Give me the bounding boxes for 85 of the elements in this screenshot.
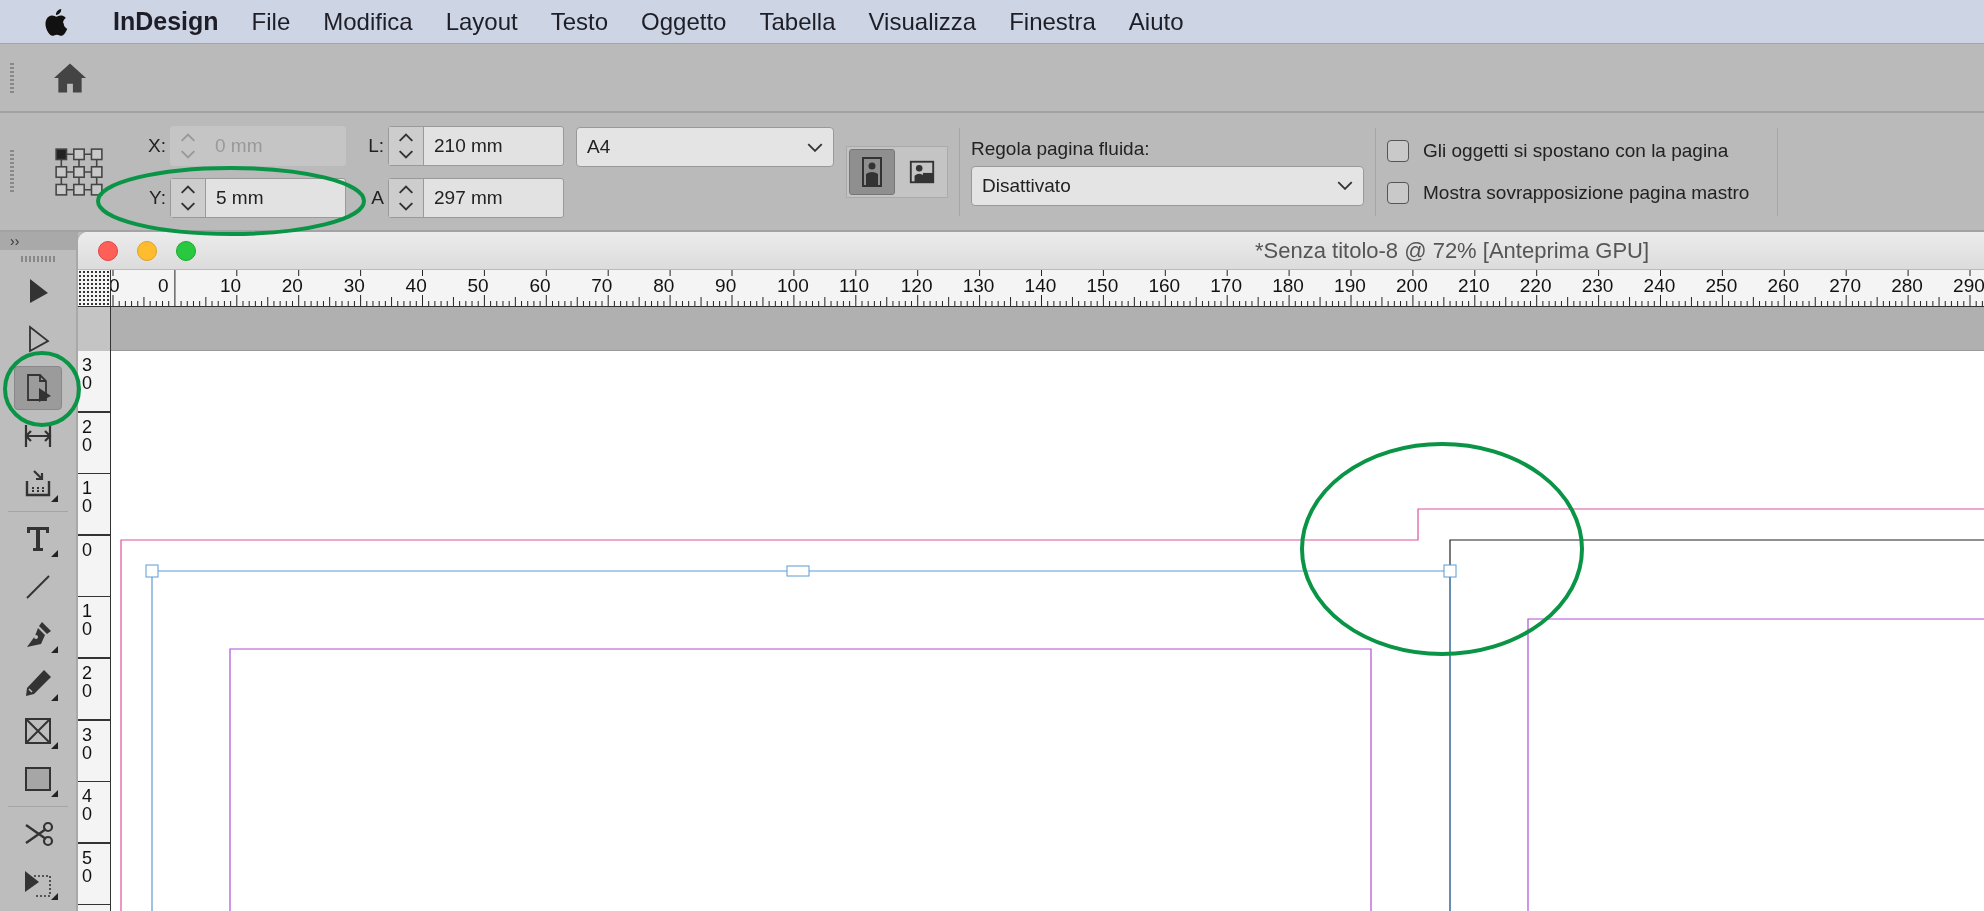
- submenu-triangle-icon: [51, 893, 58, 900]
- menu-item[interactable]: Finestra: [1009, 7, 1096, 36]
- crossed-box-icon: [22, 715, 54, 747]
- ruler-label: 130: [962, 276, 996, 295]
- ruler-label: 190: [1334, 276, 1367, 295]
- ruler-label: 0: [158, 276, 170, 295]
- ruler-label: 250: [1705, 276, 1739, 295]
- ruler-label: 40: [405, 276, 428, 295]
- page-size-dropdown[interactable]: A4: [576, 127, 834, 167]
- ruler-label: 160: [1148, 276, 1182, 295]
- menu-item[interactable]: File: [251, 7, 291, 36]
- ruler-label: 210: [1457, 276, 1491, 295]
- checkbox[interactable]: [1387, 181, 1409, 204]
- ruler-label: 60: [529, 276, 552, 295]
- close-button[interactable]: [98, 240, 118, 261]
- menu-item[interactable]: Oggetto: [641, 7, 727, 36]
- ruler-label: 110: [838, 276, 871, 295]
- submenu-triangle-icon: [51, 495, 58, 502]
- chevron-down-icon: [1337, 181, 1353, 190]
- ruler-label: 20: [82, 417, 93, 454]
- page-tool-button[interactable]: [14, 366, 62, 410]
- ruler-label: 30: [343, 276, 366, 295]
- menu-item[interactable]: Visualizza: [868, 7, 977, 36]
- ruler-label: 50: [467, 276, 490, 295]
- ruler-label: 200: [1396, 276, 1429, 295]
- ruler-label: 20: [281, 276, 304, 295]
- ruler-label: 100: [777, 276, 810, 295]
- ruler-label: 220: [1519, 276, 1553, 295]
- ruler-label: 10: [219, 276, 243, 295]
- submenu-triangle-icon: [51, 790, 58, 797]
- ruler-label: 230: [1581, 276, 1615, 295]
- menu-item[interactable]: Modifica: [323, 7, 413, 36]
- chevron-down-icon: [807, 142, 823, 152]
- ruler-label: 80: [653, 276, 676, 295]
- ruler-label: 90: [715, 276, 738, 295]
- reference-point-icon[interactable]: [53, 145, 105, 198]
- portrait-button[interactable]: [849, 148, 895, 195]
- ruler-label: 290: [1953, 276, 1984, 295]
- home-icon[interactable]: [52, 61, 88, 94]
- ruler-label: 270: [1829, 276, 1862, 295]
- submenu-triangle-icon: [51, 646, 58, 653]
- spinner-field[interactable]: 297 mm: [388, 177, 564, 218]
- ruler-label: 0: [82, 540, 93, 559]
- ruler-label: 40: [82, 787, 93, 824]
- ruler-label: 140: [1024, 276, 1058, 295]
- stepper-icon[interactable]: [389, 126, 424, 165]
- field-label: L:: [368, 134, 384, 157]
- liquid-page-dropdown[interactable]: Disattivato: [971, 165, 1364, 206]
- field-label: A: [371, 186, 384, 209]
- ruler-label: 30: [82, 725, 93, 762]
- ruler-label: 280: [1891, 276, 1924, 295]
- field-label: Y:: [149, 186, 166, 209]
- ruler-label: 170: [1210, 276, 1243, 295]
- liquid-page-label: Regola pagina fluida:: [971, 137, 1151, 160]
- ruler-origin[interactable]: [78, 270, 111, 306]
- ruler-label: 10: [82, 479, 93, 516]
- ruler-label: 180: [1272, 276, 1305, 295]
- stepper-icon[interactable]: [171, 178, 206, 217]
- ruler-label: 70: [591, 276, 614, 295]
- collapse-button[interactable]: ››: [10, 234, 20, 248]
- checkbox-label[interactable]: Mostra sovrapposizione pagina mastro: [1423, 181, 1750, 204]
- ruler-label: 20: [82, 664, 93, 700]
- ruler-label: 240: [1643, 276, 1677, 295]
- submenu-triangle-icon: [51, 742, 58, 749]
- menu-item[interactable]: Tabella: [759, 7, 836, 36]
- submenu-triangle-icon: [51, 694, 58, 701]
- window-title: *Senza titolo-8 @ 72% [Anteprima GPU]: [1255, 237, 1650, 264]
- submenu-triangle-icon: [51, 550, 58, 557]
- spinner-field[interactable]: 5 mm: [170, 177, 346, 218]
- ruler-label: 260: [1767, 276, 1801, 295]
- ruler-label: 150: [1086, 276, 1120, 295]
- field-label: X:: [148, 134, 166, 157]
- ruler-label: 120: [900, 276, 934, 295]
- menu-item[interactable]: Aiuto: [1128, 7, 1184, 36]
- ruler-label: 30: [82, 356, 93, 392]
- ruler-label: 10: [82, 602, 93, 639]
- app-name-menu[interactable]: InDesign: [113, 7, 219, 36]
- checkbox-label[interactable]: Gli oggetti si spostano con la pagina: [1423, 139, 1729, 162]
- checkbox[interactable]: [1387, 139, 1409, 162]
- menu-item[interactable]: Testo: [550, 7, 609, 36]
- stepper-icon[interactable]: [389, 178, 424, 217]
- menu-item[interactable]: Layout: [445, 7, 518, 36]
- portrait-icon: [860, 156, 884, 187]
- ruler-label: 50: [82, 848, 93, 885]
- spinner-field[interactable]: 210 mm: [388, 125, 564, 166]
